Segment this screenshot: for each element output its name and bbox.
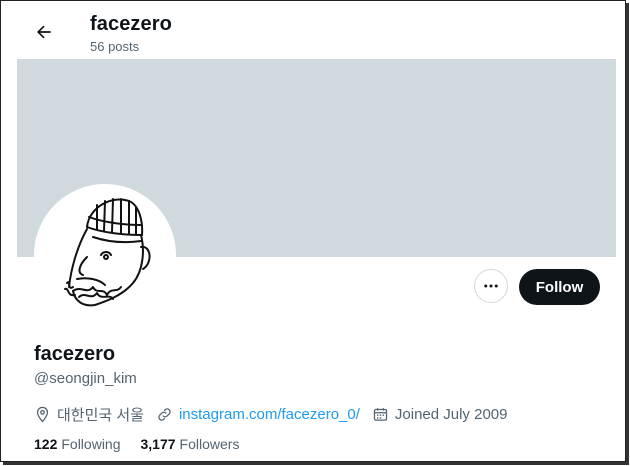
followers-label: Followers bbox=[179, 436, 240, 452]
link-icon bbox=[158, 408, 171, 421]
header-posts-count: 56 posts bbox=[90, 39, 140, 54]
profile-meta: 대한민국 서울 instagram.com/facezero_0/ Joined… bbox=[34, 404, 519, 425]
display-name: facezero bbox=[34, 343, 116, 365]
profile-column: facezero 56 posts Follow facezero @seong… bbox=[17, 1, 616, 461]
joined-text: Joined July 2009 bbox=[394, 406, 508, 423]
following-label: Following bbox=[61, 436, 121, 452]
follow-button[interactable]: Follow bbox=[519, 269, 600, 305]
arrow-left-icon bbox=[36, 25, 51, 39]
location-pin-icon bbox=[36, 406, 49, 423]
joined-item: Joined July 2009 bbox=[372, 406, 508, 423]
avatar[interactable] bbox=[34, 184, 176, 326]
following-count: 122 bbox=[34, 436, 58, 452]
followers-link[interactable]: 3,177 Followers bbox=[141, 436, 240, 452]
website-item: instagram.com/facezero_0/ bbox=[156, 406, 360, 423]
location-text: 대한민국 서울 bbox=[57, 407, 144, 424]
top-bar: facezero 56 posts bbox=[17, 1, 616, 59]
header-title: facezero bbox=[90, 13, 172, 35]
website-link[interactable]: instagram.com/facezero_0/ bbox=[179, 406, 360, 423]
more-options-button[interactable] bbox=[474, 269, 508, 303]
user-handle: @seongjin_kim bbox=[34, 370, 137, 387]
back-button[interactable] bbox=[29, 17, 59, 47]
avatar-drawing bbox=[64, 198, 151, 307]
follow-stats: 122 Following 3,177 Followers bbox=[34, 436, 259, 452]
location-item: 대한민국 서울 bbox=[34, 404, 144, 425]
following-link[interactable]: 122 Following bbox=[34, 436, 121, 452]
window-frame: facezero 56 posts Follow facezero @seong… bbox=[0, 0, 626, 462]
more-horizontal-icon bbox=[484, 284, 498, 288]
followers-count: 3,177 bbox=[140, 436, 176, 452]
calendar-icon bbox=[373, 408, 388, 421]
